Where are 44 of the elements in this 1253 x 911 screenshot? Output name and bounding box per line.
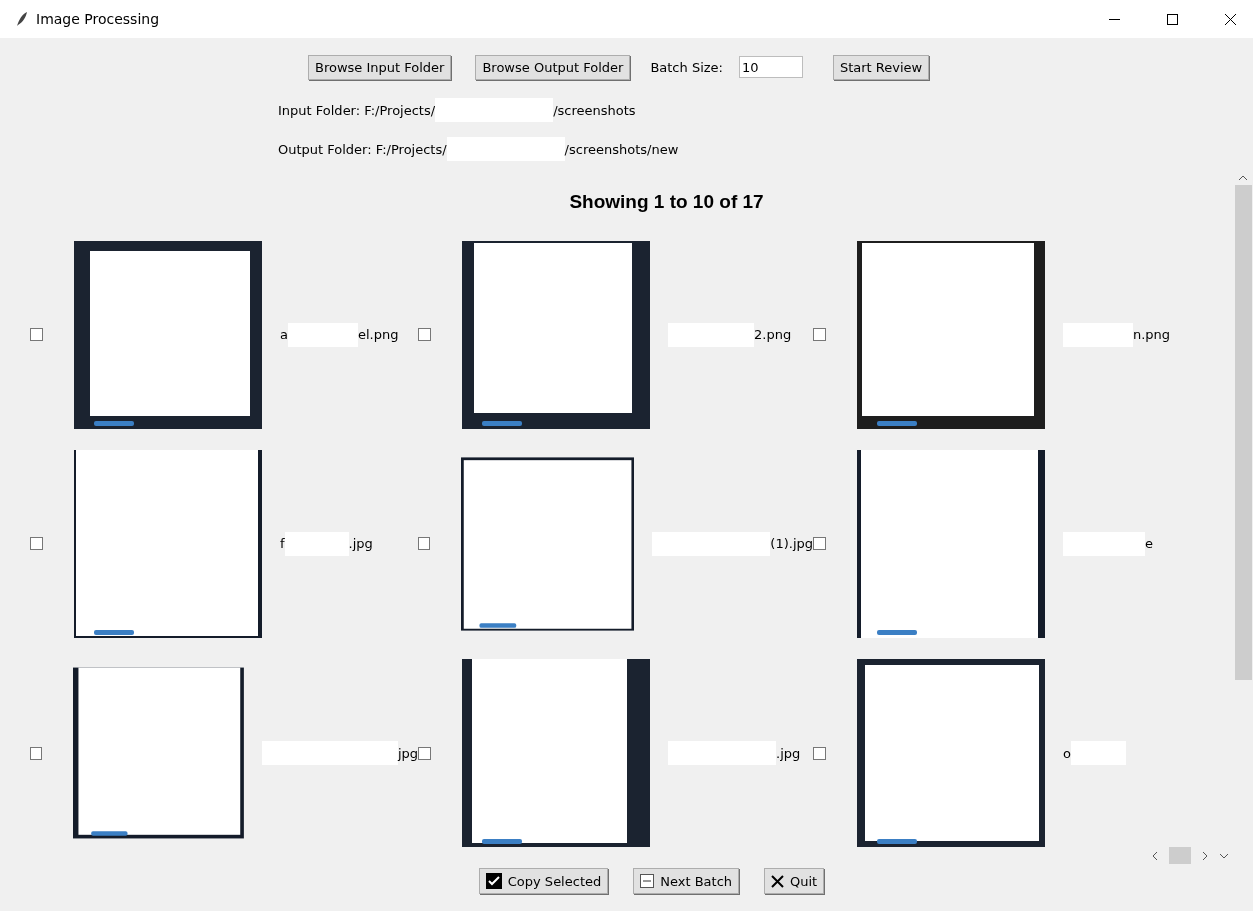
file-name: (1).jpg <box>770 536 813 552</box>
file-name: .jpg <box>776 745 801 761</box>
folder-path-label: /screenshots/new <box>564 141 679 157</box>
batch-size-field[interactable]: 10 <box>738 56 803 78</box>
checkbox[interactable] <box>813 746 826 760</box>
folder-path-label: /screenshots <box>553 102 636 118</box>
window-title: Image Processing <box>36 11 161 27</box>
file-name: el.png <box>357 327 399 343</box>
scroll-up-icon[interactable] <box>1238 173 1248 183</box>
browse-output-button[interactable]: Browse Output Folder <box>475 54 631 80</box>
checkbox[interactable] <box>813 537 826 551</box>
action-button[interactable]: Next Batch <box>633 868 740 894</box>
folder-path-label: Input Folder: F:/Projects/ <box>278 102 436 118</box>
feather-icon <box>16 11 28 27</box>
minus-box-icon <box>640 874 655 888</box>
scroll-left-icon[interactable] <box>1151 850 1159 861</box>
results-heading: Showing 1 to 10 of 17 <box>569 191 764 212</box>
checkbox[interactable] <box>418 328 431 342</box>
browse-input-button[interactable]: Browse Input Folder <box>308 54 452 80</box>
checkbox[interactable] <box>813 328 826 342</box>
checkbox-icon <box>485 873 502 889</box>
action-button[interactable]: Copy Selected <box>478 868 609 894</box>
scroll-thumb[interactable] <box>1169 847 1191 864</box>
close-icon <box>771 874 785 888</box>
file-name: e <box>1145 536 1153 552</box>
batch-size-label: Batch Size: <box>650 59 723 75</box>
file-name: jpg <box>397 745 418 761</box>
checkbox[interactable] <box>30 328 43 342</box>
file-name: o <box>1063 745 1071 761</box>
close-icon[interactable] <box>1224 13 1236 25</box>
file-name: a <box>280 327 288 343</box>
checkbox[interactable] <box>30 537 43 551</box>
scroll-right-icon[interactable] <box>1201 850 1209 861</box>
maximize-icon[interactable] <box>1166 13 1178 25</box>
start-review-button[interactable]: Start Review <box>832 54 930 80</box>
action-button[interactable]: Quit <box>764 868 825 894</box>
folder-path-label: Output Folder: F:/Projects/ <box>278 141 447 157</box>
checkbox[interactable] <box>418 537 431 551</box>
file-name: f <box>280 536 285 552</box>
file-name: n.png <box>1133 327 1171 343</box>
file-name: .jpg <box>348 536 373 552</box>
checkbox[interactable] <box>418 746 431 760</box>
checkbox[interactable] <box>30 746 42 760</box>
file-name: 2.png <box>754 327 792 343</box>
